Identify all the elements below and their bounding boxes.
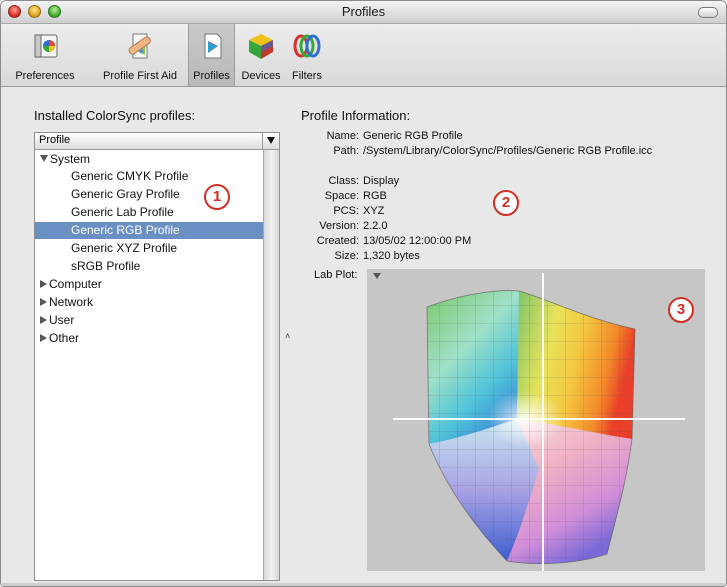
info-space: Space: RGB (303, 190, 387, 205)
toolbar-label: Profile First Aid (103, 70, 177, 82)
preferences-icon (34, 34, 58, 58)
tree-item-label: Generic CMYK Profile (71, 169, 189, 183)
toolbar-filters[interactable]: Filters (287, 24, 327, 86)
column-header[interactable]: Profile (35, 133, 279, 150)
tree-group-system[interactable]: System (35, 151, 268, 168)
tree-group-network[interactable]: Network (35, 294, 268, 311)
info-created: Created: 13/05/02 12:00:00 PM (303, 235, 471, 250)
toolbar: Preferences Profile First Aid Profiles D… (1, 24, 726, 87)
column-header-label: Profile (39, 134, 71, 146)
tree-item-label: User (49, 313, 75, 327)
list-item[interactable]: Generic CMYK Profile (35, 168, 268, 185)
profile-information-heading: Profile Information: (301, 108, 411, 123)
info-pcs: PCS: XYZ (303, 205, 384, 220)
tree-item-label: Generic Gray Profile (71, 187, 180, 201)
installed-profiles-heading: Installed ColorSync profiles: (34, 108, 196, 123)
toolbar-label: Profiles (193, 70, 230, 82)
list-item[interactable]: Generic Gray Profile (35, 186, 268, 203)
info-label: Path: (333, 145, 359, 157)
tree-item-label: Generic RGB Profile (71, 223, 180, 237)
info-label: Name: (326, 130, 359, 142)
colorsync-window: Profiles Preferences Profile First Aid P… (0, 0, 727, 587)
toolbar-devices[interactable]: Devices (235, 24, 287, 86)
callout-3: 3 (668, 297, 694, 323)
info-label: Space: (324, 190, 359, 202)
disclosure-closed-icon[interactable] (40, 298, 47, 306)
tree-item-label: Generic Lab Profile (71, 205, 174, 219)
toolbar-label: Preferences (15, 70, 75, 82)
split-view-handle[interactable]: ˄ (285, 331, 291, 341)
callout-2: 2 (493, 190, 519, 216)
first-aid-icon (128, 33, 151, 59)
info-label: PCS: (333, 205, 359, 217)
lab-gamut-3d-plot (393, 273, 685, 571)
disclosure-open-icon[interactable] (40, 155, 48, 162)
tree-group-computer[interactable]: Computer (35, 276, 268, 293)
list-item[interactable]: sRGB Profile (35, 258, 268, 275)
window-bottom-edge (2, 583, 725, 586)
info-value: RGB (363, 190, 387, 202)
tree-item-label: Other (49, 331, 80, 345)
info-label: Version: (319, 220, 359, 232)
info-value: 13/05/02 12:00:00 PM (363, 235, 472, 247)
column-menu-button[interactable] (262, 133, 279, 149)
window-title: Profiles (341, 4, 386, 19)
toolbar-label: Filters (292, 70, 322, 82)
tree-item-label: Network (49, 295, 94, 309)
profile-list[interactable]: Profile System Generic CMYK Profile Gene… (34, 132, 280, 581)
disclosure-closed-icon[interactable] (40, 316, 47, 324)
disclosure-closed-icon[interactable] (40, 334, 47, 342)
title-bar[interactable]: Profiles (1, 1, 726, 24)
list-item[interactable]: Generic Lab Profile (35, 204, 268, 221)
tree-item-label: Computer (49, 277, 102, 291)
toolbar-toggle-button[interactable] (698, 7, 718, 18)
tree-item-label: Generic XYZ Profile (71, 241, 178, 255)
info-label: Created: (316, 235, 359, 247)
info-value: XYZ (363, 205, 385, 217)
tree-group-user[interactable]: User (35, 312, 268, 329)
filters-icon (293, 34, 321, 58)
vertical-scrollbar[interactable] (263, 150, 279, 580)
info-value: 2.2.0 (363, 220, 388, 232)
toolbar-preferences[interactable]: Preferences (1, 24, 89, 86)
toolbar-label: Devices (241, 70, 281, 82)
tree-group-other[interactable]: Other (35, 330, 268, 347)
toolbar-profiles[interactable]: Profiles (188, 24, 235, 86)
profiles-icon (204, 33, 221, 59)
toolbar-profile-first-aid[interactable]: Profile First Aid (93, 24, 187, 86)
tree-item-label: System (50, 152, 91, 166)
info-path: Path: /System/Library/ColorSync/Profiles/… (303, 145, 652, 160)
info-value: /System/Library/ColorSync/Profiles/Gener… (363, 145, 653, 157)
info-size: Size: 1,320 bytes (303, 250, 420, 265)
lab-plot[interactable] (367, 269, 705, 571)
list-item-selected[interactable]: Generic RGB Profile (35, 222, 263, 239)
info-value: Display (363, 175, 400, 187)
info-label: Class: (328, 175, 359, 187)
lab-plot-label: Lab Plot: (314, 269, 358, 281)
disclosure-closed-icon[interactable] (40, 280, 47, 288)
info-version: Version: 2.2.0 (303, 220, 387, 235)
info-value: Generic RGB Profile (363, 130, 463, 142)
info-value: 1,320 bytes (363, 250, 420, 262)
devices-icon (249, 34, 273, 59)
info-label: Size: (334, 250, 359, 262)
info-name: Name: Generic RGB Profile (303, 130, 463, 145)
callout-1: 1 (204, 184, 230, 210)
list-item[interactable]: Generic XYZ Profile (35, 240, 268, 257)
info-class: Class: Display (303, 175, 399, 190)
tree-item-label: sRGB Profile (71, 259, 141, 273)
triangle-down-icon (267, 137, 275, 144)
